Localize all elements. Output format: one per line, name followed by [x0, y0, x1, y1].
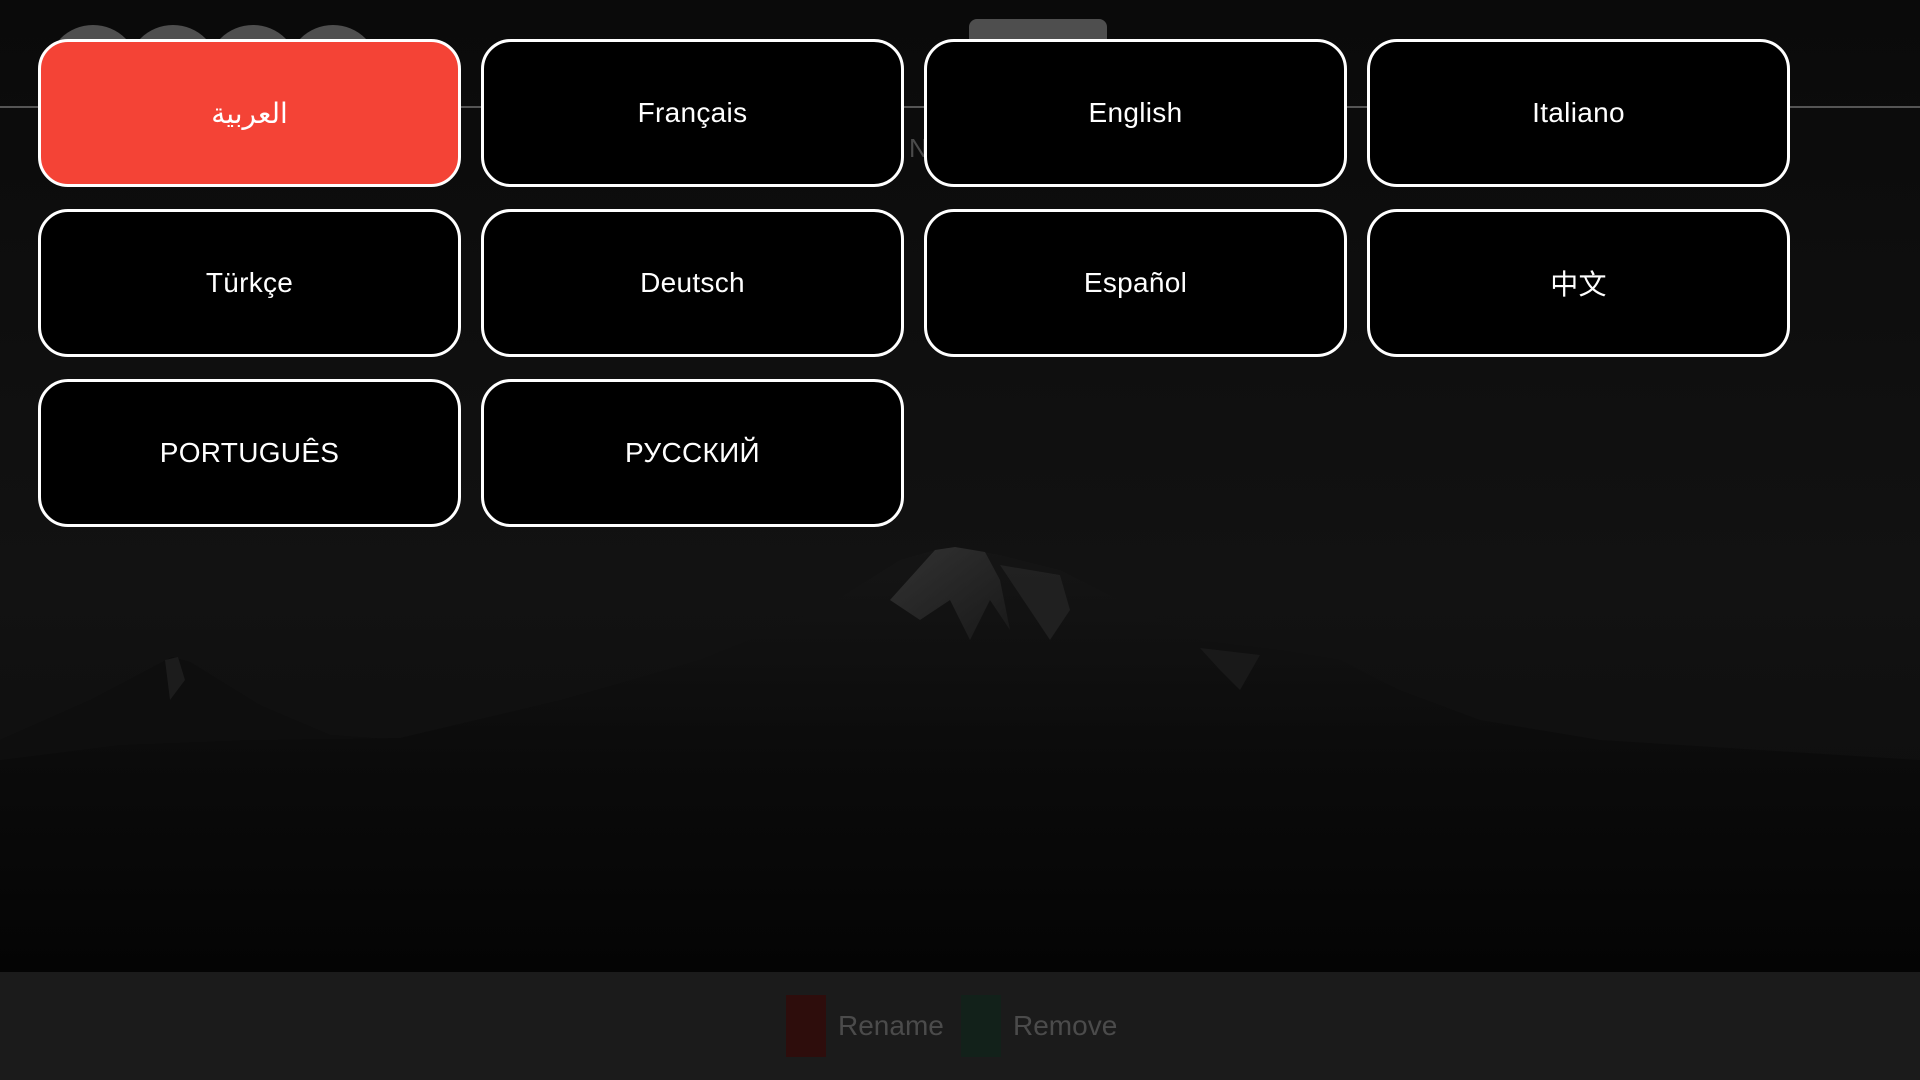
language-label: PORTUGUÊS [159, 437, 340, 468]
green-key-icon [961, 995, 1001, 1057]
language-button-portuguese[interactable]: PORTUGUÊS [38, 379, 461, 527]
language-label: English [1088, 97, 1183, 128]
remove-button[interactable]: Remove [961, 995, 1117, 1057]
language-button-arabic[interactable]: العربية [38, 39, 461, 187]
language-label: Français [637, 97, 748, 128]
language-button-italian[interactable]: Italiano [1367, 39, 1790, 187]
language-button-english[interactable]: English [924, 39, 1347, 187]
language-label: العربية [211, 97, 288, 129]
language-label: Italiano [1532, 97, 1625, 128]
language-button-chinese[interactable]: 中文 [1367, 209, 1790, 357]
language-button-french[interactable]: Français [481, 39, 904, 187]
language-label: Español [1083, 267, 1188, 298]
language-label: Deutsch [640, 267, 745, 298]
language-button-spanish[interactable]: Español [924, 209, 1347, 357]
rename-button[interactable]: Rename [786, 995, 944, 1057]
language-label: 中文 [1550, 269, 1607, 300]
language-button-german[interactable]: Deutsch [481, 209, 904, 357]
bottom-action-bar: Rename Remove [0, 972, 1920, 1080]
rename-label: Rename [838, 1010, 944, 1041]
language-label: РУССКИЙ [625, 437, 760, 468]
language-select-screen: N العربية Français English Italiano Türk… [0, 0, 1920, 1080]
language-label: Türkçe [205, 267, 294, 298]
red-key-icon [786, 995, 826, 1057]
language-button-turkish[interactable]: Türkçe [38, 209, 461, 357]
remove-label: Remove [1013, 1010, 1118, 1041]
language-button-russian[interactable]: РУССКИЙ [481, 379, 904, 527]
